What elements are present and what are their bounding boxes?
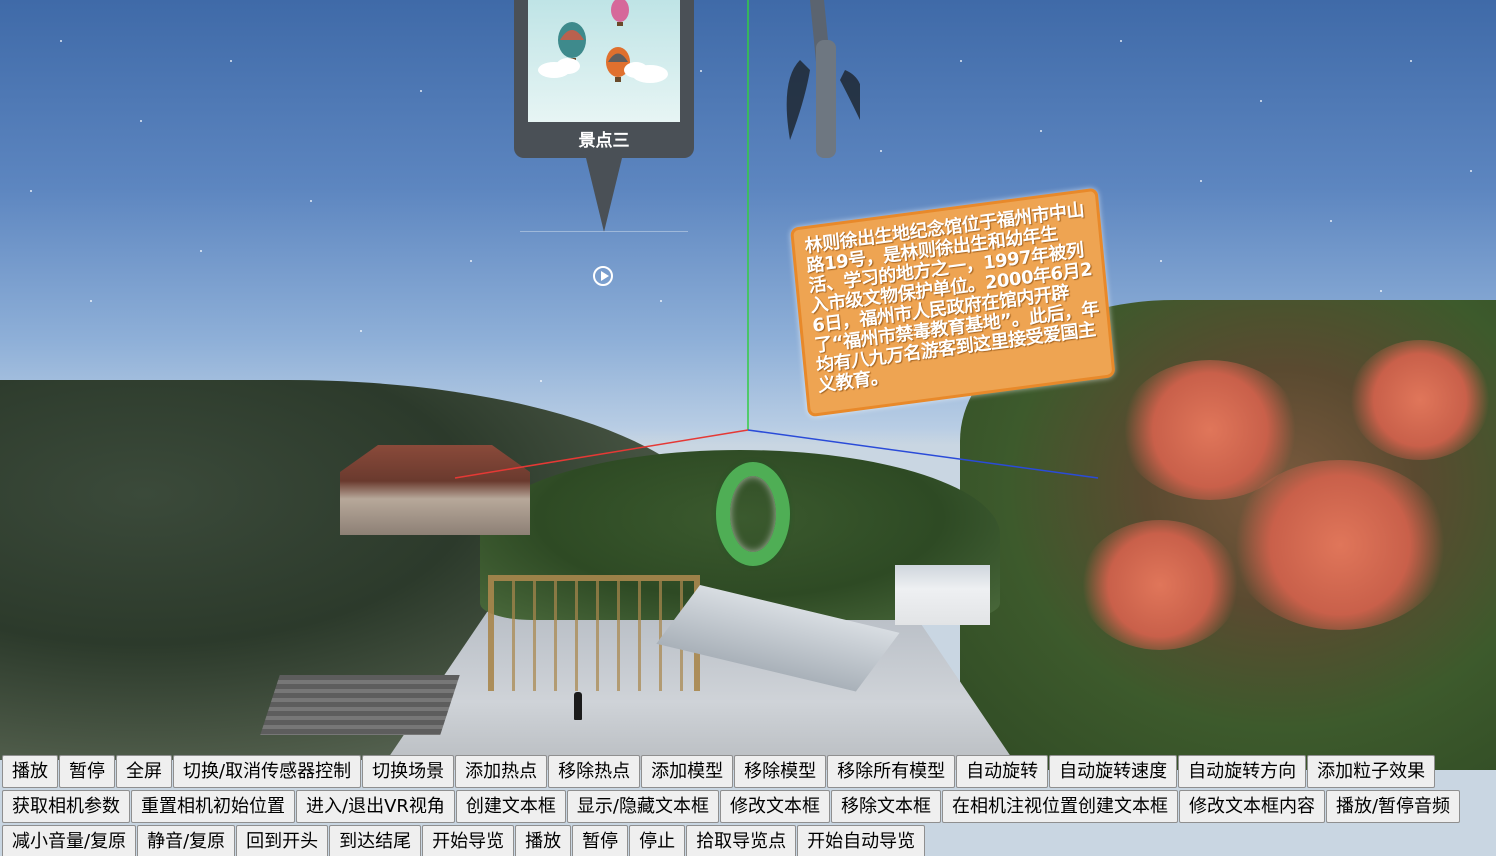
toolbar-button[interactable]: 到达结尾 [329, 825, 422, 856]
ring-model[interactable] [716, 462, 790, 566]
toolbar-button[interactable]: 添加模型 [641, 755, 734, 788]
toolbar-button[interactable]: 暂停 [572, 825, 629, 856]
toolbar-button[interactable]: 显示/隐藏文本框 [566, 790, 719, 823]
toolbar-button[interactable]: 全屏 [116, 755, 172, 788]
toolbar-button[interactable]: 移除模型 [734, 755, 827, 788]
toolbar-button[interactable]: 开始自动导览 [797, 825, 926, 856]
toolbar-button[interactable]: 在相机注视位置创建文本框 [941, 790, 1178, 823]
toolbar-button[interactable]: 减小音量/复原 [2, 825, 137, 856]
toolbar-button[interactable]: 修改文本框 [719, 790, 830, 823]
toolbar-button[interactable]: 自动旋转方向 [1178, 755, 1307, 788]
control-toolbar: 播放 暂停 全屏 切换/取消传感器控制 切换场景 添加热点 移除热点 添加模型 移除模型 移除所有… [2, 755, 1496, 856]
toolbar-button[interactable]: 移除文本框 [830, 790, 941, 823]
hot-air-balloons-icon [538, 0, 668, 83]
play-icon[interactable] [593, 266, 613, 286]
toolbar-button[interactable]: 创建文本框 [455, 790, 566, 823]
toolbar-button[interactable]: 进入/退出VR视角 [296, 790, 455, 823]
toolbar-button[interactable]: 移除所有模型 [827, 755, 956, 788]
toolbar-button[interactable]: 切换/取消传感器控制 [173, 755, 362, 788]
toolbar-button[interactable]: 重置相机初始位置 [131, 790, 295, 823]
toolbar-button[interactable]: 自动旋转速度 [1049, 755, 1178, 788]
toolbar-button[interactable]: 回到开头 [236, 825, 329, 856]
z-axis-line [747, 429, 1099, 479]
hotspot-pointer [586, 158, 622, 232]
text-box[interactable]: 林则徐出生地纪念馆位于福州市中山路19号，是林则徐出生和幼年生活、学习的地方之一… [790, 187, 1116, 418]
toolbar-button[interactable]: 播放 [515, 825, 572, 856]
toolbar-button[interactable]: 静音/复原 [137, 825, 236, 856]
hotspot-divider [520, 231, 688, 232]
toolbar-button[interactable]: 切换场景 [362, 755, 455, 788]
text-box-content: 林则徐出生地纪念馆位于福州市中山路19号，是林则徐出生和幼年生活、学习的地方之一… [803, 199, 1100, 397]
toolbar-button[interactable]: 添加热点 [455, 755, 548, 788]
toolbar-button[interactable]: 移除热点 [548, 755, 641, 788]
axes-helper [454, 0, 1099, 479]
drone-model [786, 0, 860, 158]
toolbar-button[interactable]: 暂停 [59, 755, 115, 788]
toolbar-button[interactable]: 播放 [2, 755, 58, 788]
hotspot-title: 景点三 [578, 131, 630, 151]
toolbar-button[interactable]: 修改文本框内容 [1178, 790, 1325, 823]
panorama-viewport[interactable]: 景点三 林则徐出生地纪念馆位于福州市中山路19号，是林则徐出生和幼年生活、学习的… [0, 0, 1496, 856]
toolbar-button[interactable]: 添加粒子效果 [1307, 755, 1436, 788]
toolbar-button[interactable]: 播放/暂停音频 [1325, 790, 1461, 823]
x-axis-line [454, 429, 749, 479]
toolbar-button[interactable]: 停止 [629, 825, 686, 856]
toolbar-button[interactable]: 获取相机参数 [2, 790, 130, 823]
toolbar-button[interactable]: 拾取导览点 [686, 825, 797, 856]
hotspot-card[interactable]: 景点三 [514, 0, 694, 158]
toolbar-button[interactable]: 开始导览 [422, 825, 515, 856]
toolbar-button[interactable]: 自动旋转 [956, 755, 1049, 788]
hotspot-thumbnail [528, 0, 680, 122]
